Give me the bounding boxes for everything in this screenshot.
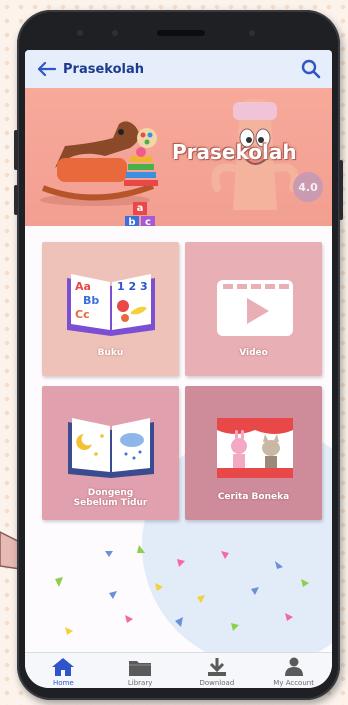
toys-illustration bbox=[40, 121, 158, 206]
folder-icon bbox=[129, 661, 152, 676]
search-icon bbox=[301, 59, 321, 79]
phone-side-button bbox=[14, 130, 18, 170]
page-title: Prasekolah bbox=[63, 61, 144, 77]
confetti-decoration bbox=[55, 545, 309, 635]
nav-home[interactable]: Home bbox=[25, 653, 102, 688]
letter-block-a: a bbox=[133, 202, 147, 215]
menu-tile-cerita-boneka[interactable]: Cerita Boneka bbox=[185, 386, 322, 520]
arrow-left-icon bbox=[37, 61, 56, 77]
phone-speaker bbox=[157, 30, 205, 36]
search-button[interactable] bbox=[298, 56, 324, 82]
menu-tile-buku[interactable]: Aa Bb Cc 1 2 3 Buku bbox=[42, 242, 179, 376]
book-glyph-bb: Bb bbox=[83, 294, 99, 307]
nav-label: Home bbox=[53, 679, 74, 687]
phone-camera bbox=[249, 30, 255, 36]
tile-label: Video bbox=[239, 348, 268, 358]
app-bar: Prasekolah bbox=[25, 50, 332, 88]
menu-tile-dongeng[interactable]: Dongeng Sebelum Tidur bbox=[42, 386, 179, 520]
version-badge: 4.0 bbox=[293, 172, 323, 202]
book-glyph-numbers: 1 2 3 bbox=[117, 280, 148, 293]
phone-power-button bbox=[339, 160, 343, 220]
header-banner: a b c Prasekolah 4.0 bbox=[25, 88, 332, 229]
phone-sensor bbox=[77, 30, 83, 36]
nav-my-account[interactable]: My Account bbox=[255, 653, 332, 688]
nav-library[interactable]: Library bbox=[102, 653, 179, 688]
tile-label: Cerita Boneka bbox=[217, 492, 290, 502]
phone-frame: Prasekolah a b c Prasekolah 4.0 Aa Bb Cc… bbox=[14, 10, 343, 700]
nav-label: Download bbox=[199, 679, 235, 687]
nav-download[interactable]: Download bbox=[179, 653, 256, 688]
tile-label-line2: Sebelum Tidur bbox=[73, 498, 148, 508]
bottom-navigation: Home Library Download My Account bbox=[25, 652, 332, 688]
phone-side-button bbox=[14, 185, 18, 215]
puppet-theater-icon bbox=[217, 418, 293, 478]
phone-sensor bbox=[112, 30, 118, 36]
book-glyph-cc: Cc bbox=[75, 308, 90, 321]
bedtime-book-icon bbox=[68, 418, 154, 478]
book-glyph-aa: Aa bbox=[75, 280, 91, 293]
menu-tile-video[interactable]: Video bbox=[185, 242, 322, 376]
tile-label: Buku bbox=[97, 348, 124, 358]
book-icon: Aa Bb Cc 1 2 3 bbox=[67, 274, 155, 336]
nav-label: My Account bbox=[273, 679, 314, 687]
menu-content: Aa Bb Cc 1 2 3 Buku Video Dongeng Sebelu… bbox=[25, 226, 332, 666]
app-screen: Prasekolah a b c Prasekolah 4.0 Aa Bb Cc… bbox=[25, 50, 332, 688]
home-icon bbox=[52, 658, 75, 676]
banner-logo-text: Prasekolah bbox=[172, 140, 297, 164]
back-button[interactable] bbox=[33, 56, 59, 82]
download-icon bbox=[207, 658, 226, 676]
account-icon bbox=[284, 657, 303, 676]
tile-label-line1: Dongeng bbox=[87, 488, 134, 498]
video-icon bbox=[217, 280, 293, 336]
nav-label: Library bbox=[127, 679, 153, 687]
